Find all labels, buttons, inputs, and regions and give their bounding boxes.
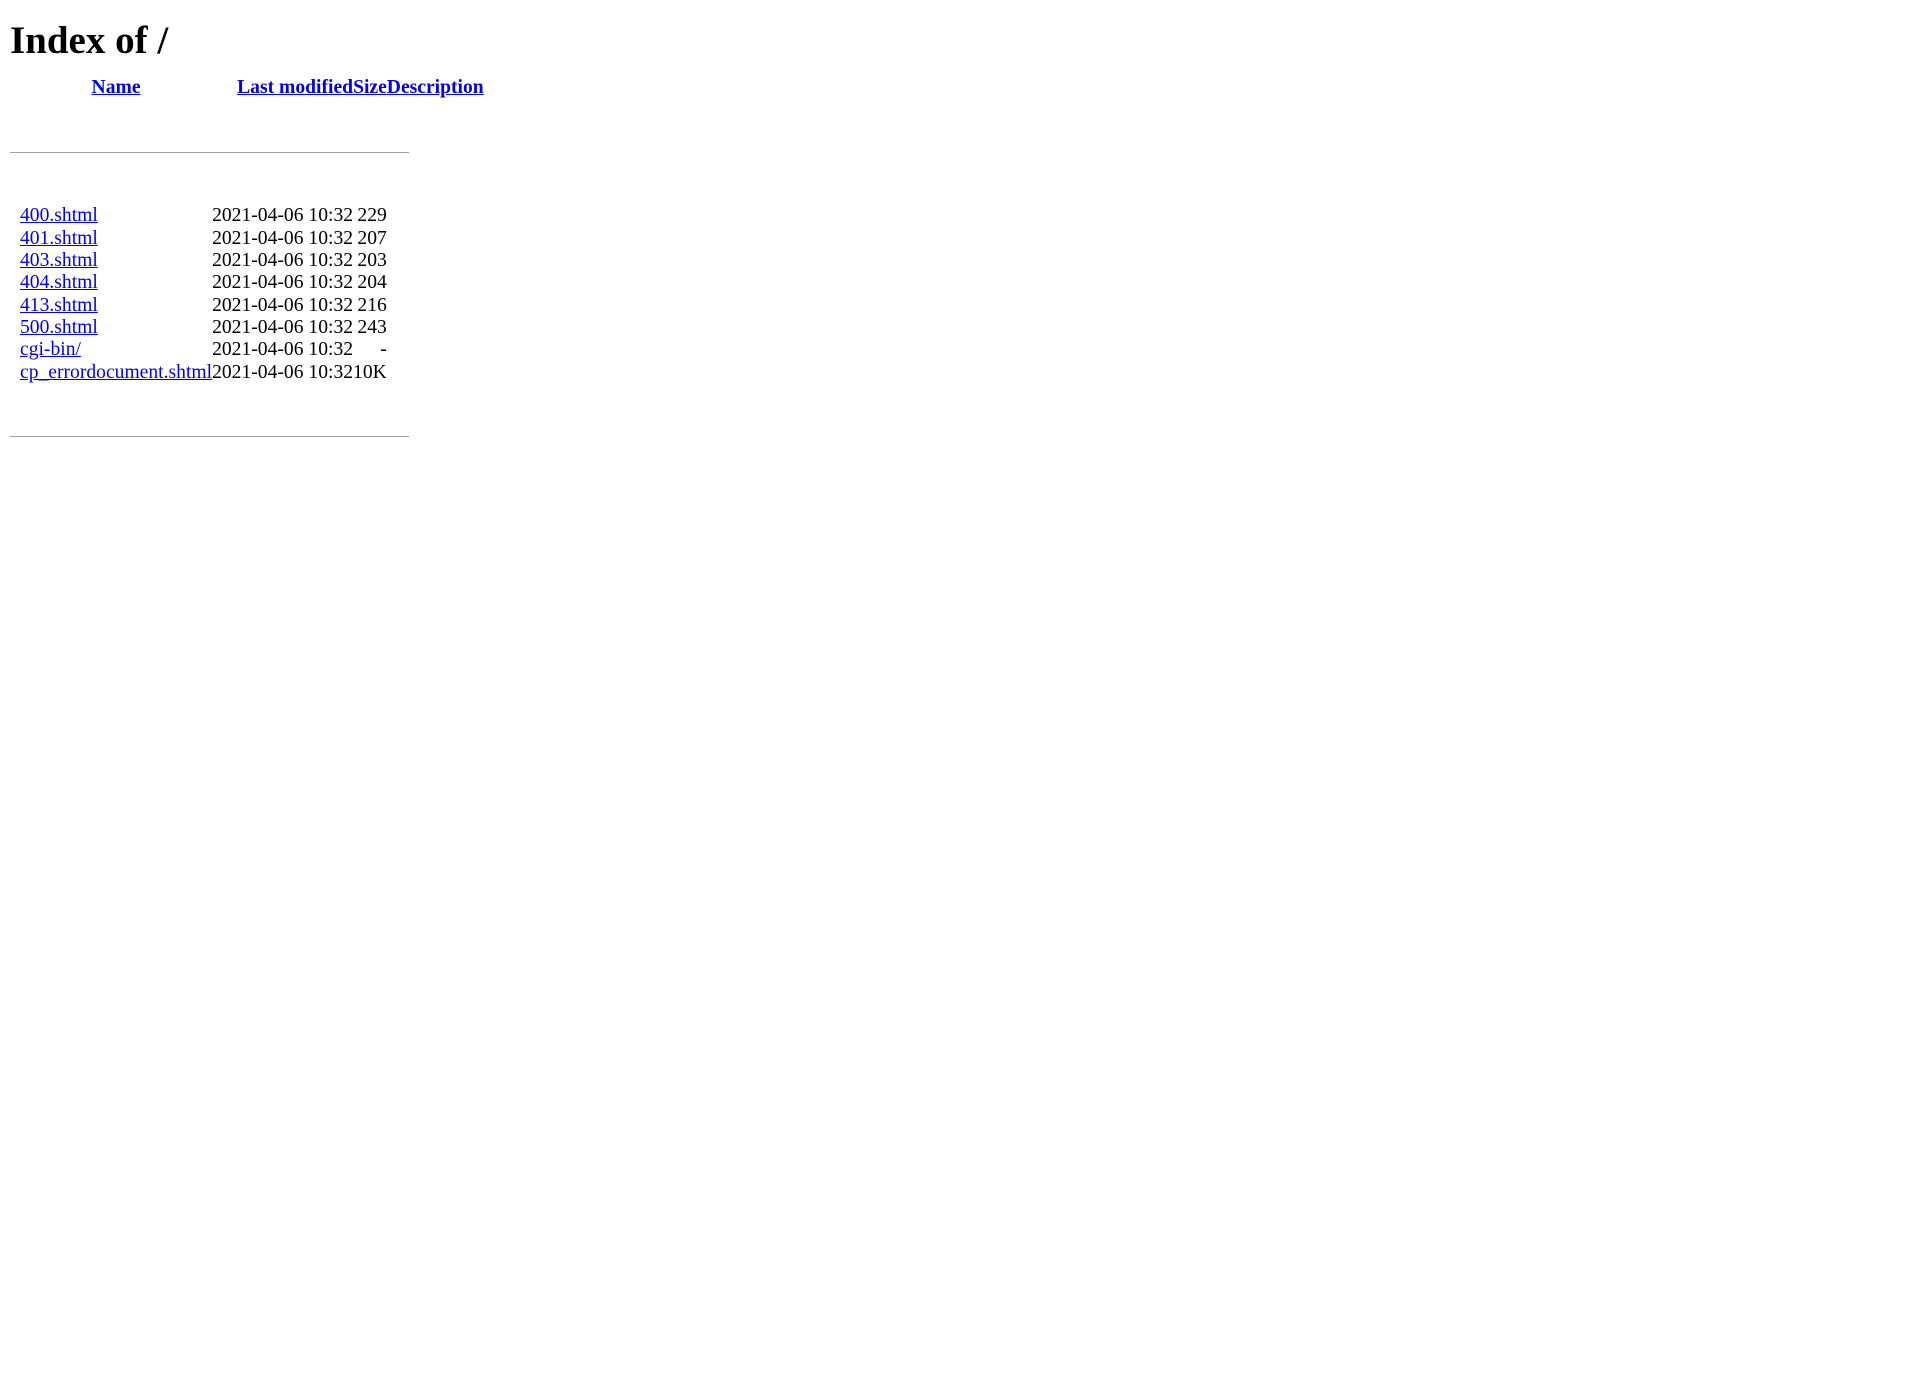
- row-icon-cell: [10, 317, 20, 339]
- entry-link[interactable]: 413.shtml: [20, 295, 98, 316]
- entry-link[interactable]: cp_errordocument.shtml: [20, 362, 212, 383]
- horizontal-rule-bottom: [10, 436, 409, 438]
- row-description-cell: [387, 272, 484, 294]
- row-name-cell: cp_errordocument.shtml: [20, 362, 212, 384]
- entry-link[interactable]: cgi-bin/: [20, 339, 81, 360]
- row-icon-cell: [10, 272, 20, 294]
- row-last-modified-cell: 2021-04-06 10:32: [212, 227, 354, 249]
- row-size-cell: 10K: [353, 361, 387, 383]
- entry-link[interactable]: 400.shtml: [20, 205, 98, 226]
- row-name-cell: cgi-bin/: [20, 339, 212, 361]
- table-footer: [10, 384, 484, 482]
- row-description-cell: [387, 295, 484, 317]
- footer-divider-cell: [10, 384, 484, 482]
- directory-index-page: Index of / Name Last modified Size Descr…: [0, 0, 1920, 482]
- row-description-cell: [387, 250, 484, 272]
- column-header-last-modified: Last modified: [212, 77, 353, 99]
- sort-by-description-link[interactable]: Description: [387, 77, 484, 98]
- row-last-modified-cell: 2021-04-06 10:32: [212, 272, 354, 294]
- row-name-cell: 403.shtml: [20, 250, 212, 272]
- row-size-cell: 203: [357, 250, 387, 272]
- table-row: 400.shtml 2021-04-06 10:32 229: [10, 205, 484, 227]
- table-row: 401.shtml 2021-04-06 10:32 207: [10, 228, 484, 250]
- row-name-cell: 500.shtml: [20, 317, 212, 339]
- row-icon-cell: [10, 339, 20, 361]
- row-icon-cell: [10, 250, 20, 272]
- page-title: Index of /: [10, 19, 169, 62]
- row-last-modified-cell: 2021-04-06 10:32: [212, 294, 354, 316]
- row-last-modified-cell: 2021-04-06 10:32: [212, 205, 354, 227]
- header-divider-cell: [10, 99, 484, 205]
- horizontal-rule-top: [10, 151, 409, 153]
- entry-link[interactable]: 404.shtml: [20, 272, 98, 293]
- row-icon-cell: [10, 295, 20, 317]
- row-name-cell: 404.shtml: [20, 272, 212, 294]
- row-size-cell: 243: [357, 316, 387, 338]
- row-size-cell: -: [380, 339, 387, 361]
- entry-link[interactable]: 401.shtml: [20, 228, 98, 249]
- table-row: cp_errordocument.shtml 2021-04-06 10:32 10…: [10, 362, 484, 384]
- row-icon-cell: [10, 228, 20, 250]
- row-last-modified-cell: 2021-04-06 10:32: [212, 339, 354, 361]
- row-icon-cell: [10, 362, 20, 384]
- row-icon-cell: [10, 205, 20, 227]
- header-divider-row: [10, 99, 484, 205]
- footer-divider-row: [10, 384, 484, 482]
- row-size-cell: 207: [357, 227, 387, 249]
- table-body: 400.shtml 2021-04-06 10:32 229 401.shtml 202…: [10, 205, 484, 383]
- row-description-cell: [387, 362, 484, 384]
- column-header-name: Name: [20, 77, 212, 99]
- row-last-modified-cell: 2021-04-06 10:32: [212, 361, 354, 383]
- sort-by-last-modified-link[interactable]: Last modified: [237, 77, 353, 98]
- row-name-cell: 413.shtml: [20, 295, 212, 317]
- table-row: 500.shtml 2021-04-06 10:32 243: [10, 317, 484, 339]
- row-size-cell: 229: [357, 205, 387, 227]
- table-header: Name Last modified Size Description: [10, 77, 484, 205]
- row-name-cell: 401.shtml: [20, 228, 212, 250]
- entry-link[interactable]: 500.shtml: [20, 317, 98, 338]
- column-header-icon: [10, 77, 20, 99]
- entry-link[interactable]: 403.shtml: [20, 250, 98, 271]
- sort-by-size-link[interactable]: Size: [353, 77, 387, 98]
- row-size-cell: 216: [357, 294, 387, 316]
- table-row: 413.shtml 2021-04-06 10:32 216: [10, 295, 484, 317]
- table-row: 404.shtml 2021-04-06 10:32 204: [10, 272, 484, 294]
- sort-by-name-link[interactable]: Name: [92, 77, 141, 98]
- row-last-modified-cell: 2021-04-06 10:32: [212, 316, 354, 338]
- column-header-description: Description: [387, 77, 484, 99]
- row-description-cell: [387, 339, 484, 361]
- row-last-modified-cell: 2021-04-06 10:32: [212, 250, 354, 272]
- row-description-cell: [387, 205, 484, 227]
- column-header-size: Size: [353, 77, 387, 99]
- row-size-cell: 204: [357, 272, 387, 294]
- table-row: 403.shtml 2021-04-06 10:32 203: [10, 250, 484, 272]
- table-row: cgi-bin/2021-04-06 10:32 -: [10, 339, 484, 361]
- row-name-cell: 400.shtml: [20, 205, 212, 227]
- row-description-cell: [387, 228, 484, 250]
- row-description-cell: [387, 317, 484, 339]
- table-header-row: Name Last modified Size Description: [10, 77, 484, 99]
- directory-listing-table: Name Last modified Size Description 400.…: [10, 77, 484, 482]
